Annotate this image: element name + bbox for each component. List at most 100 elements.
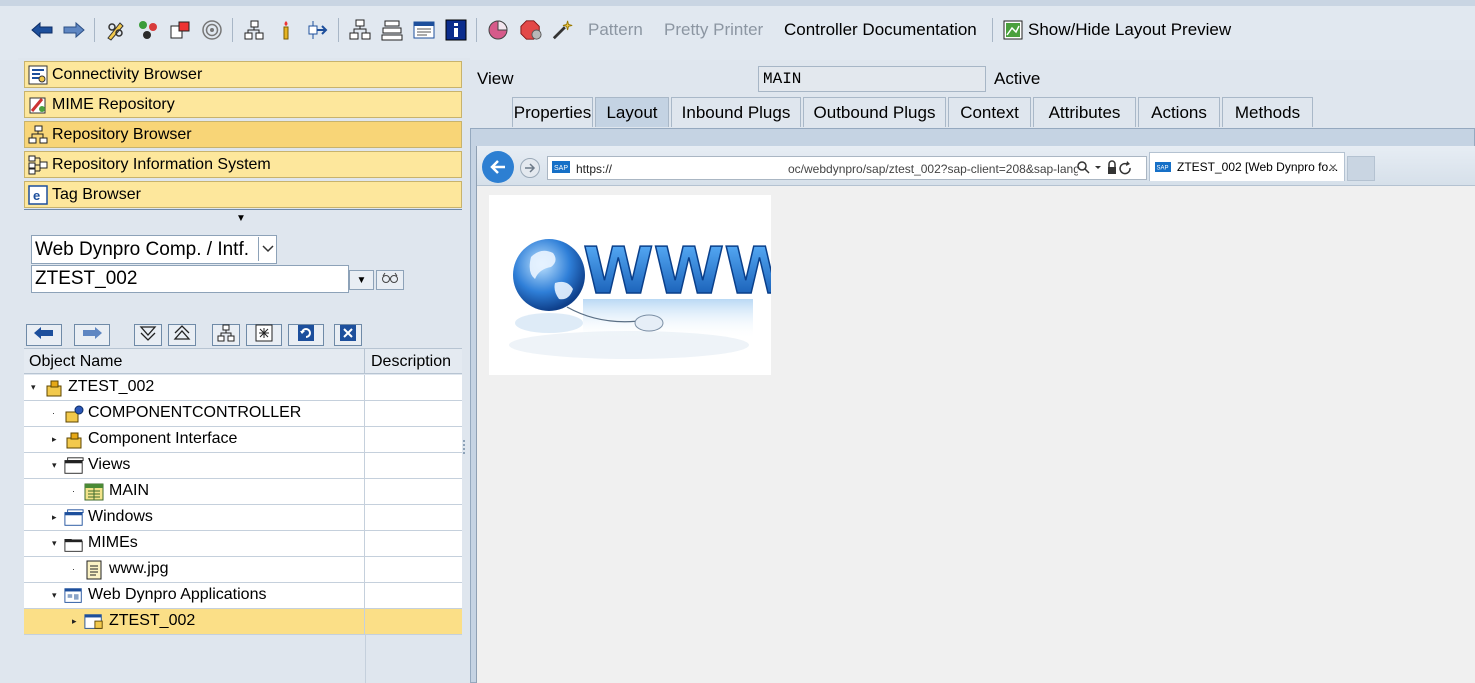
layout-preview-frame: SAP https:// oc/webdynpro/sap/ztest_002?…: [470, 128, 1475, 683]
where-used-button[interactable]: [242, 16, 266, 44]
browser-address-bar[interactable]: SAP https:// oc/webdynpro/sap/ztest_002?…: [547, 156, 1147, 180]
tab-context[interactable]: Context: [948, 97, 1031, 127]
tab-label: Properties: [513, 102, 592, 122]
tab-methods[interactable]: Methods: [1222, 97, 1313, 127]
collapse-nav-icon[interactable]: ▼: [236, 213, 246, 224]
object-history-button[interactable]: ▼: [349, 270, 374, 290]
object-list-button[interactable]: [348, 16, 372, 44]
chevron-down-icon[interactable]: [258, 237, 276, 261]
display-object-button[interactable]: [376, 270, 404, 290]
new-tab-button[interactable]: [1347, 156, 1375, 181]
url-path: oc/webdynpro/sap/ztest_002?sap-client=20…: [788, 162, 1078, 176]
mime-repository-button[interactable]: MIME Repository: [24, 91, 462, 118]
pencil-glasses-icon: [105, 19, 127, 41]
expanded-arrow-icon[interactable]: ▾: [52, 461, 60, 470]
expand-icon: [139, 325, 157, 346]
expanded-arrow-icon[interactable]: ▾: [52, 539, 60, 548]
tree-structure-icon: [349, 19, 371, 41]
info-button[interactable]: [444, 16, 468, 44]
info-icon: [445, 19, 467, 41]
tree-row[interactable]: ▾ MIMEs: [24, 531, 462, 557]
refresh-button[interactable]: [288, 324, 324, 346]
breakpoint-button[interactable]: [486, 16, 510, 44]
pattern-button[interactable]: Pattern: [588, 16, 643, 44]
browser-back-button[interactable]: [482, 151, 514, 183]
asterisk-button[interactable]: [246, 324, 282, 346]
tree-row[interactable]: · www.jpg: [24, 557, 462, 583]
tab-label: Outbound Plugs: [813, 102, 936, 122]
browser-forward-button[interactable]: [520, 158, 540, 178]
object-name-column-header[interactable]: Object Name: [24, 349, 365, 373]
close-icon[interactable]: ×: [1329, 159, 1337, 175]
tree-row[interactable]: · MAIN: [24, 479, 462, 505]
expanded-arrow-icon[interactable]: ▾: [52, 591, 60, 600]
layout-preview-toggle-button[interactable]: Show/Hide Layout Preview: [1002, 16, 1231, 44]
expand-all-button[interactable]: [134, 324, 162, 346]
check-button[interactable]: [136, 16, 160, 44]
dropdown-triangle-icon: ▼: [356, 274, 367, 286]
tree-back-button[interactable]: [26, 324, 62, 346]
collapsed-arrow-icon[interactable]: ▸: [52, 435, 60, 444]
tree-forward-button[interactable]: [74, 324, 110, 346]
close-tree-button[interactable]: [334, 324, 362, 346]
tab-outbound-plugs[interactable]: Outbound Plugs: [803, 97, 946, 127]
object-name-value: ZTEST_002: [35, 268, 138, 289]
check-syntax-icon: [137, 19, 159, 41]
description-column-header[interactable]: Description: [365, 349, 462, 373]
repository-browser-button[interactable]: Repository Browser: [24, 121, 462, 148]
connectivity-browser-button[interactable]: Connectivity Browser: [24, 61, 462, 88]
view-name-field: MAIN: [758, 66, 986, 92]
pretty-printer-button[interactable]: Pretty Printer: [664, 16, 763, 44]
browser-toolbar: SAP https:// oc/webdynpro/sap/ztest_002?…: [477, 146, 1475, 186]
controller-icon: [64, 404, 84, 424]
tree-row[interactable]: · COMPONENTCONTROLLER: [24, 401, 462, 427]
tag-browser-button[interactable]: e Tag Browser: [24, 181, 462, 208]
expanded-arrow-icon[interactable]: ▾: [31, 383, 39, 392]
tree-row[interactable]: ▾ Views: [24, 453, 462, 479]
svg-text:SAP: SAP: [1157, 166, 1169, 172]
repository-browser-icon: [27, 124, 49, 146]
arrow-left-icon: [31, 19, 53, 41]
enhance-button[interactable]: [550, 16, 576, 44]
tree-label: www.jpg: [109, 560, 169, 577]
test-button[interactable]: [200, 16, 224, 44]
tree-label: ZTEST_002: [109, 612, 196, 629]
tab-layout[interactable]: Layout: [595, 97, 669, 127]
svg-text:SAP: SAP: [554, 165, 568, 172]
display-object-list-button[interactable]: [380, 16, 404, 44]
back-button[interactable]: [30, 16, 54, 44]
embedded-browser: SAP https:// oc/webdynpro/sap/ztest_002?…: [476, 146, 1475, 683]
tab-attributes[interactable]: Attributes: [1033, 97, 1136, 127]
splitter-grip-icon[interactable]: [463, 440, 465, 454]
wizard-button[interactable]: [274, 16, 298, 44]
www-image: WWW: [489, 195, 796, 375]
object-list-tree-button[interactable]: [212, 324, 240, 346]
tab-inbound-plugs[interactable]: Inbound Plugs: [671, 97, 801, 127]
application-icon: [84, 612, 104, 632]
controller-documentation-label: Controller Documentation: [784, 20, 977, 39]
repository-information-system-button[interactable]: Repository Information System: [24, 151, 462, 178]
edit-toggle-button[interactable]: [104, 16, 128, 44]
object-type-select[interactable]: Web Dynpro Comp. / Intf.: [31, 235, 277, 264]
navigation-window-button[interactable]: [412, 16, 436, 44]
tree-row[interactable]: ▾ Web Dynpro Applications: [24, 583, 462, 609]
navigator-button[interactable]: [306, 16, 330, 44]
tree-row[interactable]: ▸ Windows: [24, 505, 462, 531]
forward-button[interactable]: [62, 16, 86, 44]
controller-documentation-button[interactable]: Controller Documentation: [784, 16, 977, 44]
tree-row[interactable]: ▾ ZTEST_002: [24, 375, 462, 401]
tab-actions[interactable]: Actions: [1138, 97, 1220, 127]
tree-row-selected[interactable]: ▸ ZTEST_002: [24, 609, 462, 635]
address-bar-tools[interactable]: [1076, 160, 1140, 179]
external-breakpoint-button[interactable]: [518, 16, 544, 44]
tree-row[interactable]: ▸ Component Interface: [24, 427, 462, 453]
tab-properties[interactable]: Properties: [512, 97, 593, 127]
collapsed-arrow-icon[interactable]: ▸: [72, 617, 80, 626]
collapsed-arrow-icon[interactable]: ▸: [52, 513, 60, 522]
arrow-right-icon: [63, 19, 85, 41]
redacted-host: [620, 158, 786, 179]
activate-button[interactable]: [168, 16, 192, 44]
collapse-all-button[interactable]: [168, 324, 196, 346]
object-name-input[interactable]: ZTEST_002: [31, 265, 349, 293]
browser-tab[interactable]: SAP ZTEST_002 [Web Dynpro fo... ×: [1149, 152, 1345, 181]
